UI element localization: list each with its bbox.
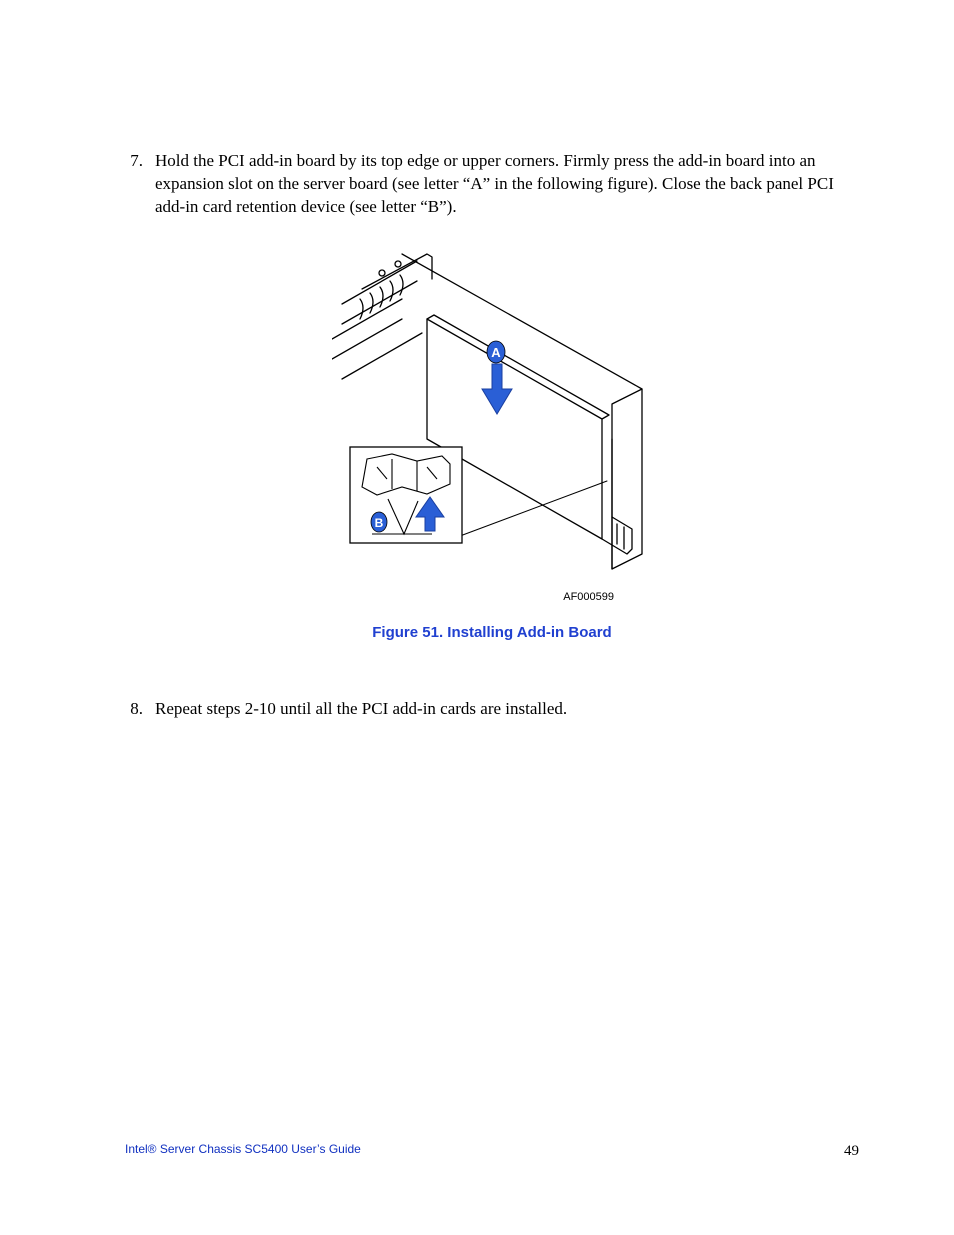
arrow-a — [482, 364, 512, 414]
footer-title: Intel® Server Chassis SC5400 User’s Guid… — [125, 1141, 361, 1161]
page-footer: Intel® Server Chassis SC5400 User’s Guid… — [125, 1141, 859, 1161]
step-8: 8. Repeat steps 2-10 until all the PCI a… — [125, 698, 859, 721]
page-number: 49 — [844, 1141, 859, 1161]
figure-caption: Figure 51. Installing Add-in Board — [125, 623, 859, 643]
inset-box: B — [350, 447, 462, 543]
figure-reference: AF000599 — [125, 590, 859, 605]
step-7: 7. Hold the PCI add-in board by its top … — [125, 150, 859, 219]
figure-illustration: A — [332, 249, 652, 579]
step-number: 7. — [125, 150, 155, 219]
figure-51: A — [125, 249, 859, 643]
svg-text:A: A — [491, 345, 501, 360]
step-number: 8. — [125, 698, 155, 721]
callout-a: A — [487, 341, 505, 363]
callout-b: B — [371, 512, 387, 532]
step-text: Repeat steps 2-10 until all the PCI add-… — [155, 698, 859, 721]
step-text: Hold the PCI add-in board by its top edg… — [155, 150, 859, 219]
svg-text:B: B — [375, 516, 384, 530]
